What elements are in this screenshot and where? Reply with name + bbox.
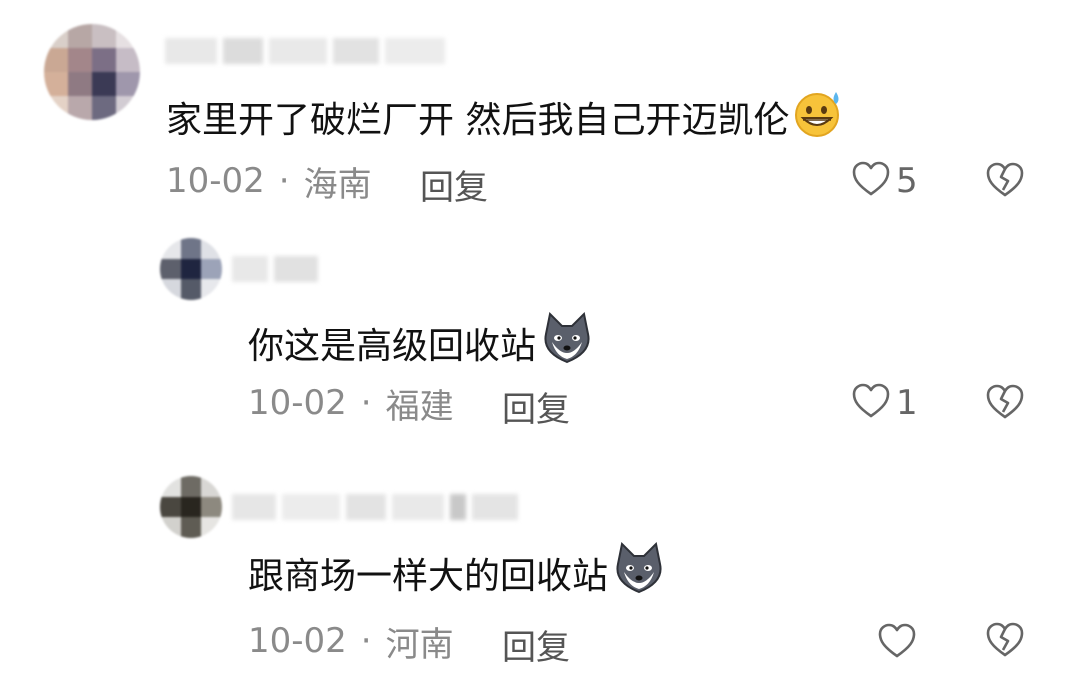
separator-dot: · [360, 383, 372, 423]
like-count: 1 [896, 383, 918, 423]
comment-meta: 10-02 · 河南 [248, 620, 454, 665]
reply-comment-item: 你这是高级回收站 10-02 · 福建 回复 1 [0, 220, 1080, 450]
comment-location: 海南 [303, 164, 372, 205]
comment-text-content: 跟商场一样大的回收站 [248, 556, 609, 597]
broken-heart-icon [986, 162, 1024, 202]
broken-heart-icon [986, 384, 1024, 424]
husky-dog-emoji-icon [610, 541, 668, 605]
comment-date: 10-02 [166, 161, 265, 201]
broken-heart-icon [986, 622, 1024, 662]
comment-location: 河南 [385, 624, 454, 665]
dislike-button[interactable] [986, 162, 1024, 202]
avatar[interactable] [160, 238, 222, 300]
username[interactable] [165, 38, 445, 64]
heart-icon [852, 383, 890, 423]
username[interactable] [232, 494, 518, 520]
username[interactable] [232, 256, 318, 282]
reply-button[interactable]: 回复 [502, 620, 570, 669]
comment-location: 福建 [385, 386, 454, 427]
separator-dot: · [360, 621, 372, 661]
like-button[interactable] [878, 622, 916, 664]
avatar[interactable] [44, 24, 140, 120]
like-count: 5 [896, 161, 918, 201]
dislike-button[interactable] [986, 384, 1024, 424]
reply-button[interactable]: 回复 [420, 160, 488, 209]
husky-dog-emoji-icon [538, 311, 596, 375]
separator-dot: · [278, 161, 290, 201]
reply-button[interactable]: 回复 [502, 382, 570, 431]
avatar[interactable] [160, 476, 222, 538]
comment-item: 家里开了破烂厂开 然后我自己开迈凯伦 10-02 · 海南 回复 5 [0, 0, 1080, 220]
comment-date: 10-02 [248, 383, 347, 423]
comment-text-content: 家里开了破烂厂开 然后我自己开迈凯伦 [166, 100, 790, 141]
comment-meta: 10-02 · 福建 [248, 382, 454, 427]
comment-text: 你这是高级回收站 [248, 311, 596, 370]
comment-text-content: 你这是高级回收站 [248, 326, 537, 367]
sweat-grin-emoji-icon [791, 88, 845, 147]
comment-meta: 10-02 · 海南 [166, 160, 372, 205]
reply-comment-item: 跟商场一样大的回收站 10-02 · 河南 回复 [0, 460, 1080, 689]
like-button[interactable]: 5 [852, 160, 918, 202]
like-button[interactable]: 1 [852, 382, 918, 424]
comment-text: 跟商场一样大的回收站 [248, 541, 668, 600]
heart-icon [878, 623, 916, 663]
heart-icon [852, 161, 890, 201]
comment-text: 家里开了破烂厂开 然后我自己开迈凯伦 [166, 91, 845, 142]
comment-date: 10-02 [248, 621, 347, 661]
dislike-button[interactable] [986, 622, 1024, 662]
